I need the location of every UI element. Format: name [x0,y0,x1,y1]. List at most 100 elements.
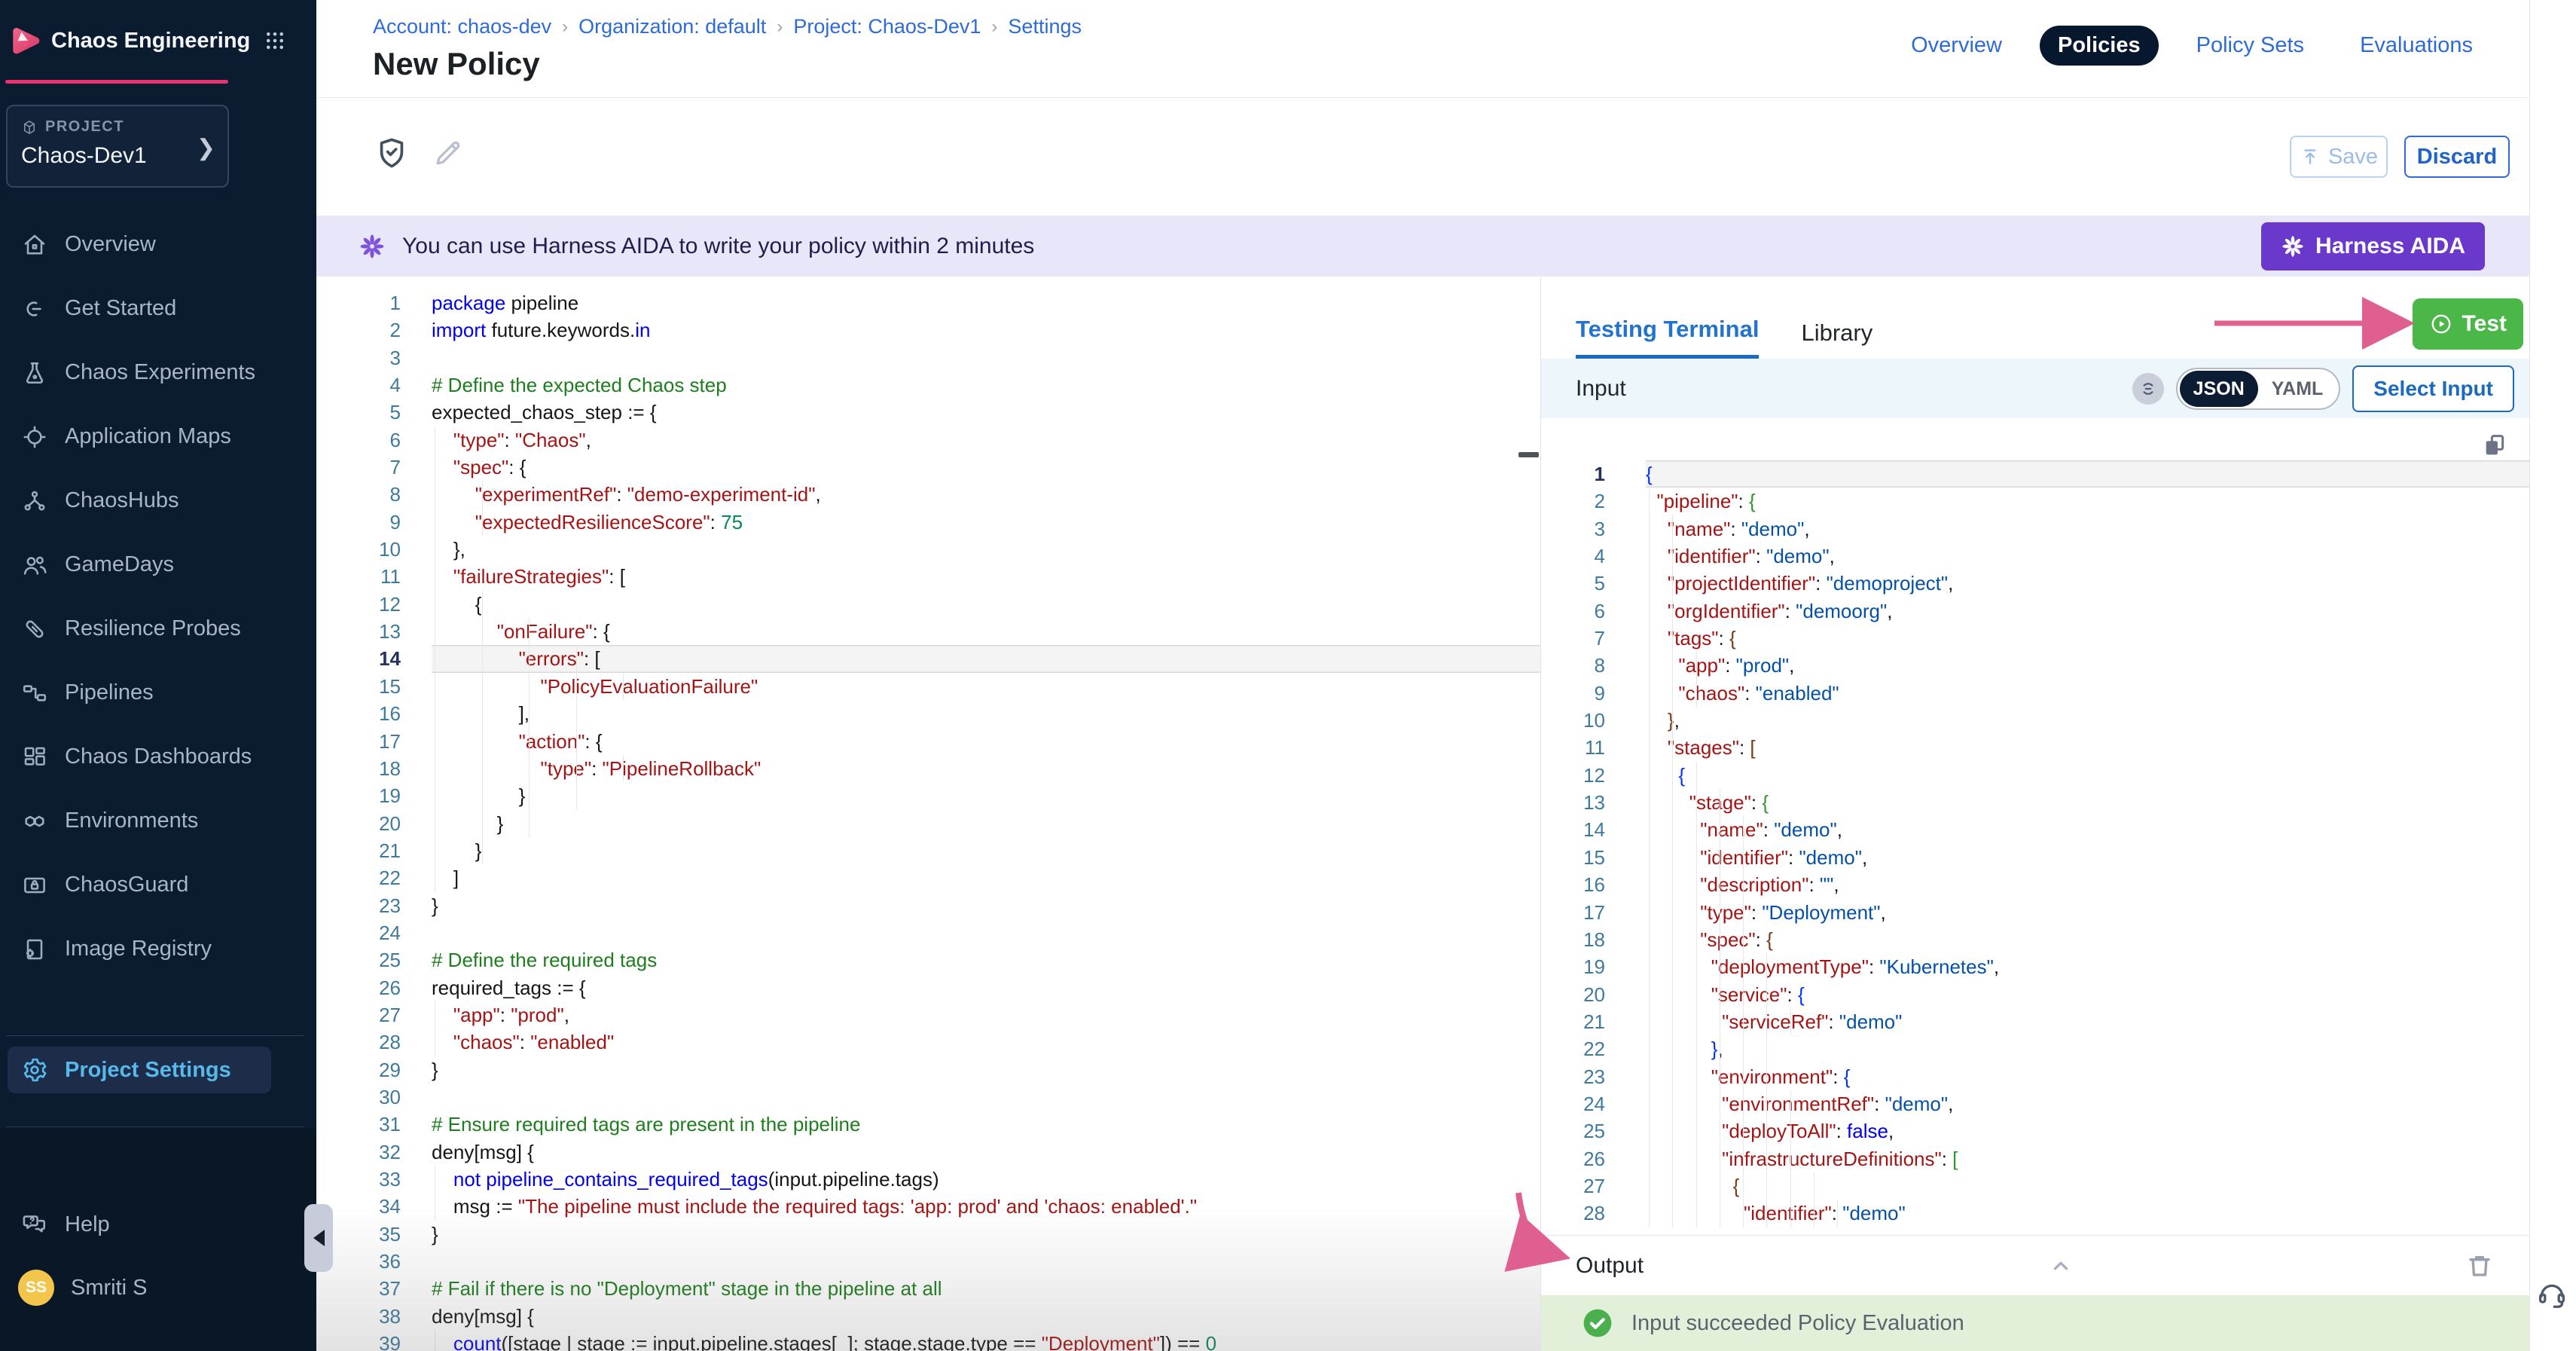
save-button[interactable]: Save [2290,136,2388,178]
code-line[interactable]: 1{ [1541,460,2529,488]
code-line[interactable]: 4 "identifier": "demo", [1541,543,2529,570]
copy-icon[interactable] [2480,430,2510,460]
sidebar-item-application-maps[interactable]: Application Maps [0,405,316,469]
code-line[interactable]: 25 "deployToAll": false, [1541,1117,2529,1145]
trash-icon[interactable] [2465,1251,2495,1281]
code-line[interactable]: 9 "chaos": "enabled" [1541,680,2529,707]
breadcrumb-item[interactable]: Project: Chaos-Dev1 [793,15,981,38]
code-line[interactable]: 17 "type": "Deployment", [1541,899,2529,926]
code-line[interactable]: 8 "app": "prod", [1541,652,2529,679]
code-line[interactable]: 16 ], [316,700,1540,727]
sidebar-item-pipelines[interactable]: Pipelines [0,661,316,725]
code-line[interactable]: 7 "spec": { [316,454,1540,481]
sidebar-item-overview[interactable]: Overview [0,212,316,277]
breadcrumb-item[interactable]: Organization: default [578,15,766,38]
edit-pencil-icon[interactable] [431,136,465,170]
code-line[interactable]: 9 "expectedResilienceScore": 75 [316,509,1540,536]
code-line[interactable]: 12 { [316,591,1540,618]
code-line[interactable]: 35} [316,1221,1540,1248]
tab-overview[interactable]: Overview [1893,26,2020,66]
code-line[interactable]: 34 msg := "The pipeline must include the… [316,1193,1540,1220]
test-button[interactable]: Test [2413,298,2523,350]
code-line[interactable]: 26required_tags := { [316,974,1540,1001]
breadcrumb-item[interactable]: Account: chaos-dev [373,15,551,38]
sidebar-item-chaos-dashboards[interactable]: Chaos Dashboards [0,725,316,789]
help-button[interactable]: Help [0,1200,316,1249]
format-option-yaml[interactable]: YAML [2258,371,2337,407]
code-line[interactable]: 21 "serviceRef": "demo" [1541,1008,2529,1035]
code-line[interactable]: 23} [316,892,1540,919]
code-line[interactable]: 3 "name": "demo", [1541,515,2529,543]
support-chat-icon[interactable] [2535,1277,2568,1310]
sidebar-item-chaosguard[interactable]: ChaosGuard [0,853,316,917]
code-line[interactable]: 22 ] [316,864,1540,891]
code-line[interactable]: 25# Define the required tags [316,946,1540,974]
module-grid-icon[interactable] [264,29,286,52]
code-line[interactable]: 3 [316,344,1540,371]
panel-resize-handle[interactable] [1518,452,1539,457]
code-line[interactable]: 14 "name": "demo", [1541,816,2529,843]
format-toggle[interactable]: JSONYAML [2176,368,2341,410]
code-line[interactable]: 31# Ensure required tags are present in … [316,1111,1540,1138]
code-line[interactable]: 12 { [1541,762,2529,789]
code-line[interactable]: 14 "errors": [ [316,645,1540,672]
code-line[interactable]: 10 }, [1541,707,2529,734]
code-line[interactable]: 30 [316,1084,1540,1111]
harness-aida-button[interactable]: Harness AIDA [2261,222,2485,271]
code-line[interactable]: 1package pipeline [316,289,1540,316]
code-line[interactable]: 37# Fail if there is no "Deployment" sta… [316,1275,1540,1302]
code-line[interactable]: 27 { [1541,1172,2529,1200]
code-line[interactable]: 32deny[msg] { [316,1139,1540,1166]
code-line[interactable]: 6 "type": "Chaos", [316,426,1540,454]
code-line[interactable]: 24 [316,919,1540,946]
breadcrumb-item[interactable]: Settings [1008,15,1082,38]
tab-policies[interactable]: Policies [2040,26,2159,66]
code-line[interactable]: 6 "orgIdentifier": "demoorg", [1541,598,2529,625]
code-line[interactable]: 4# Define the expected Chaos step [316,371,1540,399]
code-line[interactable]: 22 }, [1541,1035,2529,1062]
code-line[interactable]: 39 count([stage | stage := input.pipelin… [316,1330,1540,1351]
code-line[interactable]: 8 "experimentRef": "demo-experiment-id", [316,481,1540,508]
harness-logo[interactable] [9,24,42,57]
code-line[interactable]: 21 } [316,837,1540,864]
code-line[interactable]: 18 "spec": { [1541,926,2529,953]
chevron-up-icon[interactable] [2046,1251,2076,1281]
code-line[interactable]: 19 "deploymentType": "Kubernetes", [1541,953,2529,980]
code-line[interactable]: 38deny[msg] { [316,1303,1540,1330]
code-line[interactable]: 28 "chaos": "enabled" [316,1029,1540,1056]
sidebar-item-get-started[interactable]: Get Started [0,277,316,341]
project-selector[interactable]: PROJECT Chaos-Dev1 ❯ [6,105,229,188]
code-line[interactable]: 20 } [316,810,1540,837]
code-line[interactable]: 13 "onFailure": { [316,618,1540,645]
code-line[interactable]: 17 "action": { [316,728,1540,755]
sidebar-item-gamedays[interactable]: GameDays [0,533,316,597]
code-line[interactable]: 19 } [316,782,1540,809]
sidebar-item-resilience-probes[interactable]: Resilience Probes [0,597,316,661]
code-line[interactable]: 20 "service": { [1541,981,2529,1008]
code-line[interactable]: 11 "stages": [ [1541,734,2529,761]
sidebar-item-chaoshubs[interactable]: ChaosHubs [0,469,316,533]
code-line[interactable]: 23 "environment": { [1541,1063,2529,1090]
user-menu[interactable]: SS Smriti S [0,1264,316,1312]
policy-code-editor[interactable]: 1package pipeline2import future.keywords… [316,277,1540,1351]
code-line[interactable]: 36 [316,1248,1540,1275]
code-line[interactable]: 2import future.keywords.in [316,316,1540,344]
code-line[interactable]: 7 "tags": { [1541,625,2529,652]
code-line[interactable]: 15 "PolicyEvaluationFailure" [316,673,1540,700]
sidebar-item-project-settings[interactable]: Project Settings [8,1047,271,1093]
sidebar-item-image-registry[interactable]: Image Registry [0,917,316,981]
code-line[interactable]: 2 "pipeline": { [1541,488,2529,515]
code-line[interactable]: 10 }, [316,536,1540,563]
code-line[interactable]: 29} [316,1056,1540,1084]
code-line[interactable]: 26 "infrastructureDefinitions": [ [1541,1145,2529,1172]
code-line[interactable]: 15 "identifier": "demo", [1541,844,2529,871]
code-line[interactable]: 28 "identifier": "demo" [1541,1200,2529,1227]
code-line[interactable]: 18 "type": "PipelineRollback" [316,755,1540,782]
sidebar-item-environments[interactable]: Environments [0,789,316,853]
format-curl-icon[interactable] [2132,373,2164,405]
code-line[interactable]: 5 "projectIdentifier": "demoproject", [1541,570,2529,597]
shield-check-icon[interactable] [374,136,409,170]
code-line[interactable]: 13 "stage": { [1541,789,2529,816]
code-line[interactable]: 27 "app": "prod", [316,1001,1540,1029]
tab-testing-terminal[interactable]: Testing Terminal [1576,316,1759,359]
